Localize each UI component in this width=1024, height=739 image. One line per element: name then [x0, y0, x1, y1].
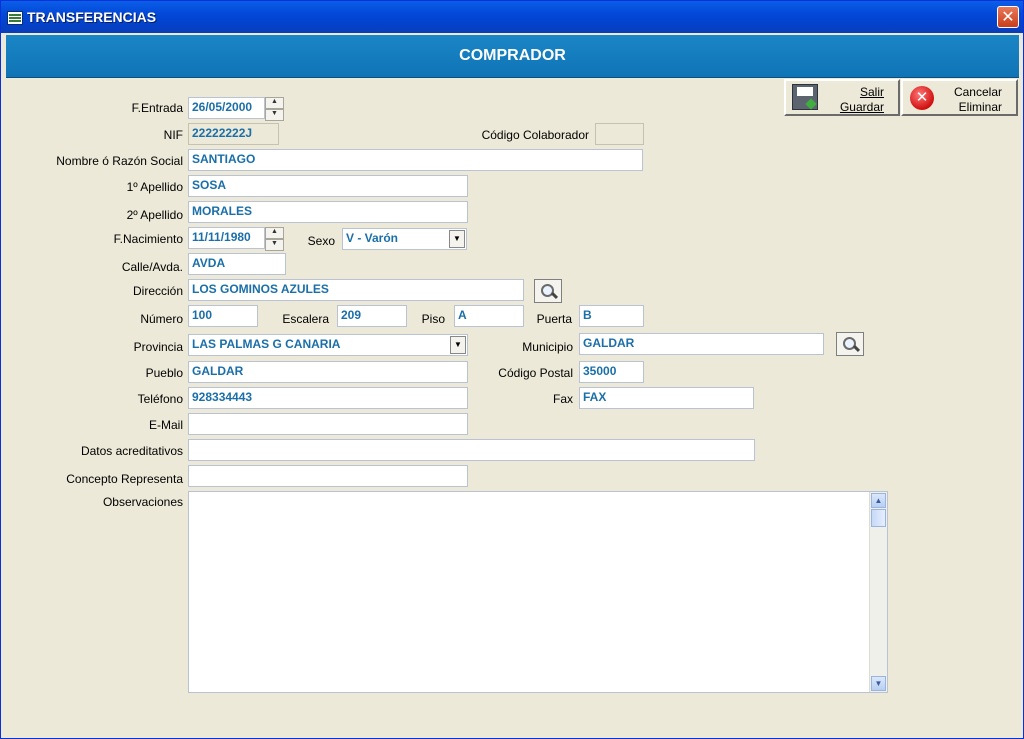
scroll-thumb[interactable] [871, 509, 886, 527]
puerta-field[interactable]: B [579, 305, 644, 327]
spin-up-icon[interactable]: ▲ [265, 227, 284, 239]
save-exit-button[interactable]: Salir Guardar [784, 79, 900, 116]
datos-acreditativos-label: Datos acreditativos [80, 444, 183, 458]
datos-acreditativos-field[interactable] [188, 439, 755, 461]
spin-down-icon[interactable]: ▼ [265, 109, 284, 121]
telefono-label: Teléfono [137, 392, 183, 406]
provincia-label: Provincia [133, 340, 183, 354]
calle-label: Calle/Avda. [121, 260, 183, 274]
scroll-up-icon[interactable]: ▲ [871, 493, 886, 508]
sexo-select[interactable]: V - Varón ▼ [342, 228, 467, 250]
save-disk-icon [792, 84, 818, 110]
scroll-down-icon[interactable]: ▼ [871, 676, 886, 691]
piso-label: Piso [421, 312, 445, 326]
section-header: COMPRADOR [6, 35, 1019, 78]
escalera-field[interactable]: 209 [337, 305, 407, 327]
nif-field[interactable]: 22222222J [188, 123, 279, 145]
numero-label: Número [140, 312, 183, 326]
fecha-nacimiento-spinner[interactable]: ▲ ▼ [265, 227, 284, 251]
dropdown-arrow-icon[interactable]: ▼ [450, 336, 466, 354]
direccion-label: Dirección [132, 284, 183, 298]
direccion-search-button[interactable] [534, 279, 562, 303]
save-line2: Guardar [839, 100, 884, 114]
apellido2-field[interactable]: MORALES [188, 201, 468, 223]
save-line1: Salir [859, 85, 884, 99]
municipio-field[interactable]: GALDAR [579, 333, 824, 355]
spin-up-icon[interactable]: ▲ [265, 97, 284, 109]
observaciones-scrollbar[interactable]: ▲ ▼ [869, 492, 887, 692]
codigo-colaborador-label: Código Colaborador [481, 128, 589, 142]
observaciones-textarea[interactable]: ▲ ▼ [188, 491, 888, 693]
cancel-icon: ✕ [910, 86, 934, 110]
codigo-postal-field[interactable]: 35000 [579, 361, 644, 383]
fax-field[interactable]: FAX [579, 387, 754, 409]
numero-field[interactable]: 100 [188, 305, 258, 327]
email-field[interactable] [188, 413, 468, 435]
puerta-label: Puerta [536, 312, 572, 326]
pueblo-label: Pueblo [145, 366, 183, 380]
title-bar: TRANSFERENCIAS ✕ [1, 1, 1023, 33]
nombre-field[interactable]: SANTIAGO [188, 149, 643, 171]
observaciones-label: Observaciones [102, 495, 183, 509]
sexo-label: Sexo [307, 234, 335, 248]
provincia-select[interactable]: LAS PALMAS G CANARIA ▼ [188, 334, 468, 356]
cancel-line2: Eliminar [958, 100, 1002, 114]
section-title: COMPRADOR [459, 47, 566, 64]
fecha-entrada-label: F.Entrada [131, 101, 183, 115]
spin-down-icon[interactable]: ▼ [265, 239, 284, 251]
escalera-label: Escalera [282, 312, 329, 326]
fax-label: Fax [552, 392, 573, 406]
provincia-value: LAS PALMAS G CANARIA [192, 337, 341, 351]
app-icon [7, 11, 23, 25]
window-title: TRANSFERENCIAS [27, 9, 157, 25]
fecha-entrada-spinner[interactable]: ▲ ▼ [265, 97, 284, 121]
nombre-label: Nombre ó Razón Social [56, 154, 183, 168]
apellido1-label: 1º Apellido [126, 180, 183, 194]
concepto-representa-field[interactable] [188, 465, 468, 487]
sexo-value: V - Varón [346, 231, 399, 245]
close-button[interactable]: ✕ [997, 6, 1019, 28]
apellido1-field[interactable]: SOSA [188, 175, 468, 197]
close-icon: ✕ [1001, 9, 1015, 26]
cancel-delete-button[interactable]: ✕ Cancelar Eliminar [901, 79, 1018, 116]
fecha-nacimiento-label: F.Nacimiento [113, 232, 183, 246]
fecha-entrada-field[interactable]: 26/05/2000 [188, 97, 265, 119]
piso-field[interactable]: A [454, 305, 524, 327]
nif-label: NIF [163, 128, 183, 142]
codigo-colaborador-field[interactable] [595, 123, 644, 145]
fecha-nacimiento-field[interactable]: 11/11/1980 [188, 227, 265, 249]
telefono-field[interactable]: 928334443 [188, 387, 468, 409]
calle-field[interactable]: AVDA [188, 253, 286, 275]
apellido2-label: 2º Apellido [126, 208, 183, 222]
direccion-field[interactable]: LOS GOMINOS AZULES [188, 279, 524, 301]
municipio-label: Municipio [522, 340, 573, 354]
municipio-search-button[interactable] [836, 332, 864, 356]
concepto-representa-label: Concepto Representa [66, 472, 183, 486]
window: TRANSFERENCIAS ✕ COMPRADOR Salir Guardar… [0, 0, 1024, 739]
email-label: E-Mail [148, 418, 183, 432]
pueblo-field[interactable]: GALDAR [188, 361, 468, 383]
cancel-line1: Cancelar [953, 85, 1002, 99]
codigo-postal-label: Código Postal [498, 366, 573, 380]
dropdown-arrow-icon[interactable]: ▼ [449, 230, 465, 248]
